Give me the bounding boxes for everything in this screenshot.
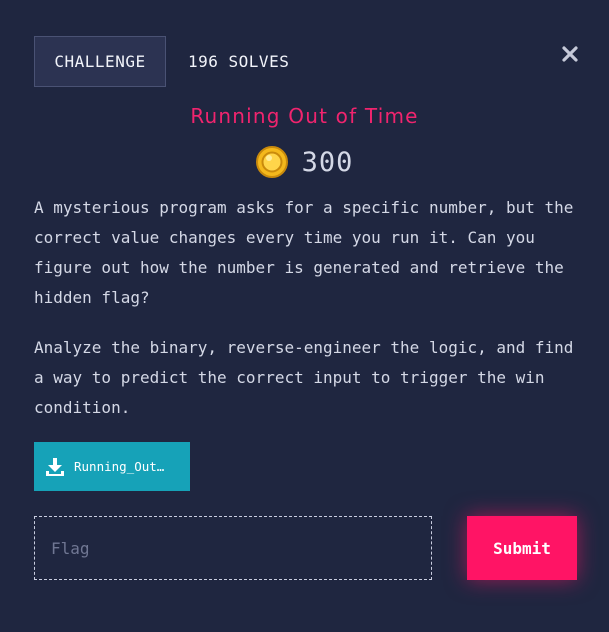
- challenge-title: Running Out of Time: [190, 104, 419, 128]
- close-button[interactable]: [558, 42, 582, 66]
- download-icon: [46, 457, 64, 476]
- challenge-points: 300: [0, 146, 609, 178]
- download-label: Running_Out…: [74, 459, 165, 474]
- points-value: 300: [301, 146, 354, 178]
- tab-challenge-label: CHALLENGE: [54, 52, 146, 71]
- challenge-description: A mysterious program asks for a specific…: [34, 198, 574, 307]
- tab-solves[interactable]: 196 SOLVES: [178, 36, 299, 87]
- download-button[interactable]: Running_Out…: [34, 442, 190, 491]
- close-icon: [562, 46, 578, 62]
- submit-button[interactable]: Submit: [467, 516, 577, 580]
- tab-challenge[interactable]: CHALLENGE: [34, 36, 166, 87]
- challenge-modal: CHALLENGE 196 SOLVES Running Out of Time…: [0, 0, 609, 632]
- tab-solves-label: 196 SOLVES: [188, 52, 290, 71]
- coin-icon: [255, 146, 288, 178]
- flag-input[interactable]: [34, 516, 432, 580]
- challenge-hint: Analyze the binary, reverse-engineer the…: [34, 338, 574, 417]
